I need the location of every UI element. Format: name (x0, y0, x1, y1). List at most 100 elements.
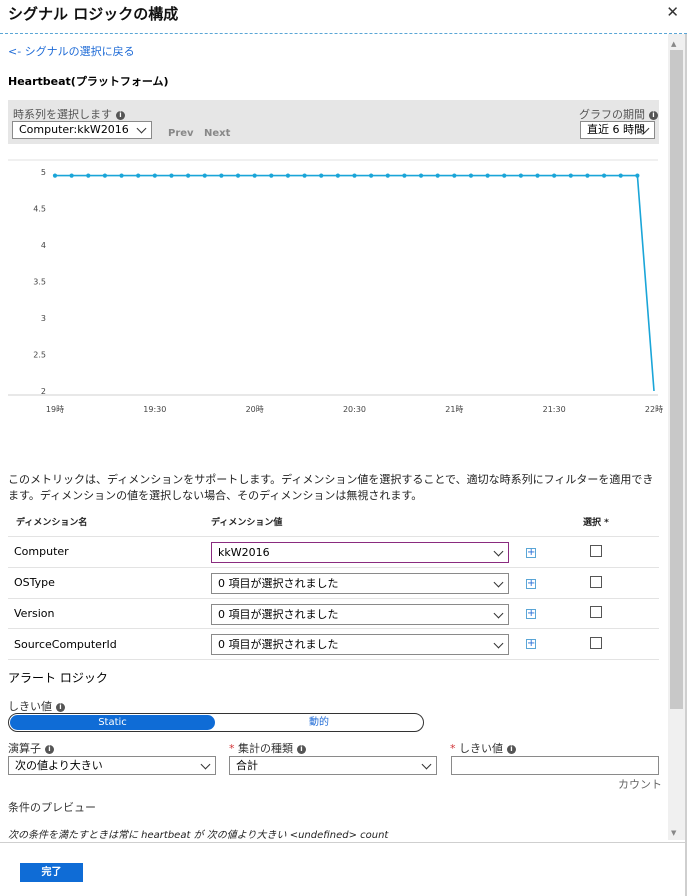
chart-x-tick-label: 21:30 (543, 405, 566, 414)
dimension-name-ostype: OSType (14, 576, 55, 589)
info-icon[interactable]: i (507, 745, 516, 754)
chart-series-line (55, 174, 655, 392)
chart-data-point (335, 173, 340, 178)
chart-data-point (618, 173, 623, 178)
chart-data-point (252, 173, 257, 178)
done-button[interactable]: 完了 (20, 863, 83, 882)
dimension-value-select-sourcecomputerid[interactable]: 0 項目が選択されました (211, 634, 509, 655)
chart-data-point (285, 173, 291, 178)
operator-label-text: 演算子 (8, 742, 41, 755)
row-divider (8, 536, 659, 537)
required-asterisk: * (450, 742, 456, 755)
toggle-static-option[interactable]: Static (10, 715, 215, 730)
select-checkbox-computer[interactable] (590, 545, 602, 557)
chart-data-point (319, 173, 324, 178)
close-icon[interactable]: ✕ (666, 3, 679, 21)
chart-data-point (269, 173, 274, 178)
info-icon[interactable]: i (56, 703, 65, 712)
chart-data-point (119, 173, 124, 178)
chart-y-tick-label: 4 (41, 241, 46, 250)
threshold-unit: カウント (618, 778, 662, 791)
chart-data-point (69, 173, 74, 178)
info-icon[interactable]: i (116, 111, 125, 120)
chart-data-point (202, 173, 207, 178)
next-button[interactable]: Next (204, 128, 230, 139)
scrollbar-thumb[interactable] (670, 50, 683, 709)
dimension-value-select-version[interactable]: 0 項目が選択されました (211, 604, 509, 625)
threshold-value-label-text: しきい値 (459, 742, 503, 755)
prev-button[interactable]: Prev (168, 128, 194, 139)
chevron-down-icon (493, 577, 504, 587)
chevron-down-icon (493, 638, 504, 648)
dimension-note: このメトリックは、ディメンションをサポートします。ディメンション値を選択すること… (8, 473, 654, 502)
chart-data-point (485, 173, 490, 178)
chart-data-point (302, 173, 307, 178)
dimension-value-select-ostype[interactable]: 0 項目が選択されました (211, 573, 509, 594)
chart-x-tick-label: 21時 (445, 405, 463, 414)
chart-period-value: 直近 6 時間 (587, 123, 645, 136)
chart-data-point (169, 173, 174, 178)
chart-data-point (452, 173, 457, 178)
row-divider (8, 628, 659, 629)
info-icon[interactable]: i (45, 745, 54, 754)
required-asterisk: * (229, 742, 235, 755)
chart-data-point (518, 173, 523, 178)
chart-data-point (352, 173, 357, 178)
dimension-name-computer: Computer (14, 545, 69, 558)
select-checkbox-version[interactable] (590, 606, 602, 618)
chart-data-point (418, 173, 424, 178)
operator-select[interactable]: 次の値より大きい (8, 756, 216, 775)
chart-data-point (468, 173, 474, 178)
chart-x-tick-label: 19時 (46, 405, 64, 414)
scroll-up-arrow-icon[interactable]: ▲ (671, 40, 676, 48)
threshold-label-text: しきい値 (8, 700, 52, 713)
scroll-down-arrow-icon[interactable]: ▼ (671, 829, 676, 837)
chart-data-point (235, 173, 241, 178)
chart-period-select[interactable]: 直近 6 時間 (580, 121, 655, 139)
row-divider (8, 598, 659, 599)
chart-y-tick-label: 3.5 (33, 278, 46, 287)
chart-x-tick-label: 20時 (246, 405, 264, 414)
signal-title: Heartbeat(プラットフォーム) (8, 75, 169, 88)
chart-data-point (86, 173, 91, 178)
condition-preview-label: 条件のプレビュー (8, 801, 96, 814)
threshold-value-input[interactable] (451, 756, 659, 775)
chart-data-point (552, 173, 557, 178)
col-header-dimension-name: ディメンション名 (16, 518, 88, 528)
timeseries-label: 時系列を選択します i (13, 106, 125, 122)
chart-data-point (535, 173, 540, 178)
info-icon[interactable]: i (297, 745, 306, 754)
add-dimension-value-plus-icon[interactable]: + (526, 609, 536, 619)
aggregation-select[interactable]: 合計 (229, 756, 437, 775)
row-divider (8, 659, 659, 660)
chart-data-point (402, 173, 407, 178)
chart-x-tick-label: 20:30 (343, 405, 366, 414)
add-dimension-value-plus-icon[interactable]: + (526, 579, 536, 589)
chevron-down-icon (200, 759, 211, 769)
chart-data-point (601, 173, 607, 178)
back-to-signal-selection-link[interactable]: <- シグナルの選択に戻る (8, 43, 135, 59)
toggle-dynamic-option[interactable]: 動的 (216, 715, 422, 730)
chart-data-point (568, 173, 573, 178)
timeseries-select[interactable]: Computer:kkW2016 (12, 121, 152, 139)
add-dimension-value-plus-icon[interactable]: + (526, 639, 536, 649)
chart-data-point (186, 173, 191, 178)
chart-data-point (136, 173, 141, 178)
info-icon[interactable]: i (649, 111, 658, 120)
timeseries-select-value: Computer:kkW2016 (19, 123, 129, 136)
dimension-name-version: Version (14, 607, 55, 620)
chevron-down-icon (421, 759, 432, 769)
select-checkbox-sourcecomputerid[interactable] (590, 637, 602, 649)
chart-y-tick-label: 2.5 (33, 351, 46, 360)
chart-x-tick-label: 22時 (645, 405, 663, 414)
dimension-value-sourcecomputerid: 0 項目が選択されました (218, 638, 339, 651)
chart-data-point (502, 173, 507, 178)
select-checkbox-ostype[interactable] (590, 576, 602, 588)
alert-logic-title: アラート ロジック (8, 671, 108, 685)
aggregation-value: 合計 (236, 759, 258, 772)
dimension-value-computer: kkW2016 (218, 546, 270, 559)
chevron-down-icon (493, 608, 504, 618)
dimension-value-select-computer[interactable]: kkW2016 (211, 542, 509, 563)
condition-preview-text: 次の条件を満たすときは常に heartbeat が 次の値より大きい <unde… (8, 830, 389, 841)
add-dimension-value-plus-icon[interactable]: + (526, 548, 536, 558)
